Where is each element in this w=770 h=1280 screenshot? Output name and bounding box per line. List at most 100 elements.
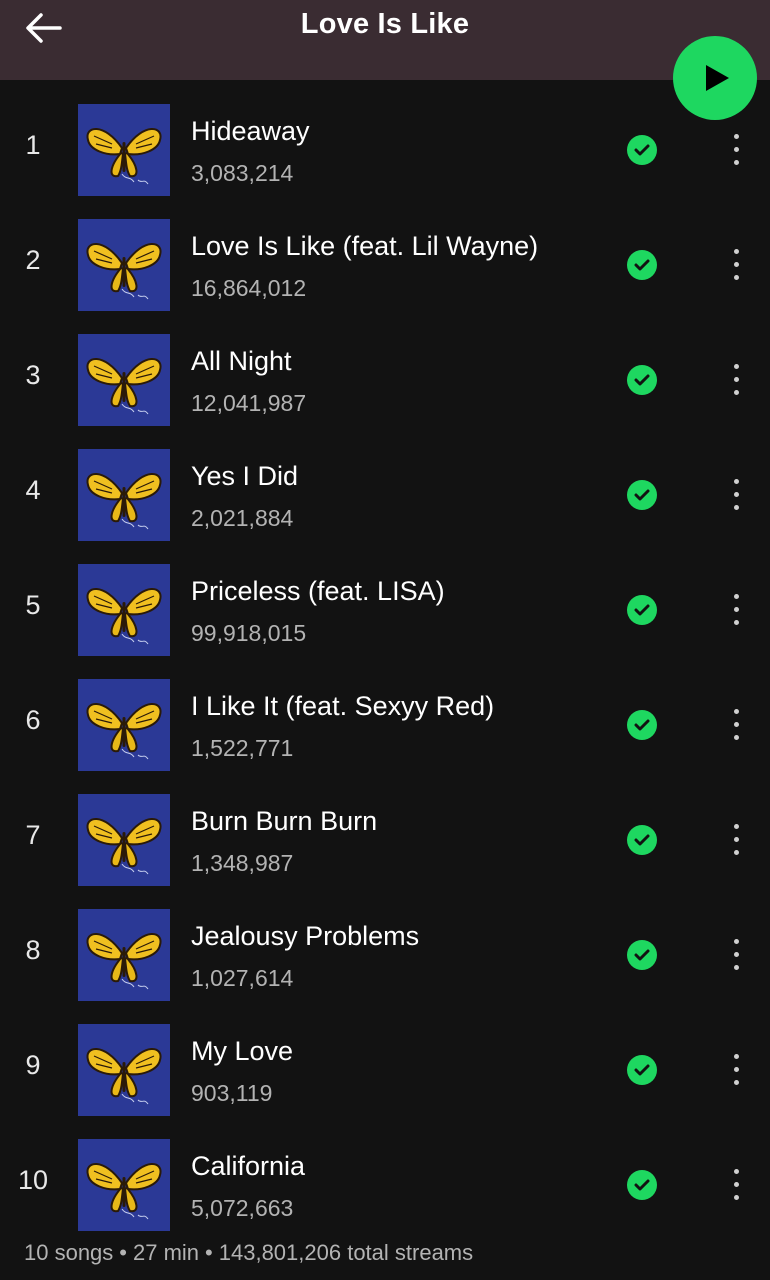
more-dot-icon (734, 1067, 739, 1072)
track-row[interactable]: 2 Love Is Like (feat. Lil Wayne) 16,864,… (0, 217, 770, 332)
more-dot-icon (734, 594, 739, 599)
butterfly-image (78, 679, 170, 771)
more-dot-icon (734, 735, 739, 740)
downloaded-check-button[interactable] (627, 365, 657, 395)
track-title: I Like It (feat. Sexyy Red) (191, 691, 495, 721)
track-title: Burn Burn Burn (191, 806, 378, 836)
track-row[interactable]: 10 California 5,072,663 (0, 1137, 770, 1252)
more-dot-icon (734, 262, 739, 267)
check-icon (634, 144, 650, 156)
check-icon (634, 604, 650, 616)
track-streams: 1,522,771 (191, 735, 294, 761)
track-title: All Night (191, 346, 292, 376)
track-row[interactable]: 9 My Love 903,119 (0, 1022, 770, 1137)
more-options-button[interactable] (724, 935, 748, 975)
more-dot-icon (734, 134, 739, 139)
downloaded-check-button[interactable] (627, 480, 657, 510)
butterfly-image (78, 794, 170, 886)
more-dot-icon (734, 160, 739, 165)
more-dot-icon (734, 837, 739, 842)
album-cover (78, 219, 170, 311)
track-title: Jealousy Problems (191, 921, 420, 951)
butterfly-image (78, 1024, 170, 1116)
check-icon (634, 1179, 650, 1191)
album-cover (78, 1139, 170, 1231)
album-cover (78, 564, 170, 656)
check-icon (634, 489, 650, 501)
track-title: Priceless (feat. LISA) (191, 576, 445, 606)
more-options-button[interactable] (724, 590, 748, 630)
track-row[interactable]: 4 Yes I Did 2,021,884 (0, 447, 770, 562)
more-dot-icon (734, 965, 739, 970)
more-options-button[interactable] (724, 360, 748, 400)
more-dot-icon (734, 1080, 739, 1085)
track-row[interactable]: 6 I Like It (feat. Sexyy Red) 1,522,771 (0, 677, 770, 792)
track-number: 6 (25, 705, 41, 735)
album-cover (78, 1024, 170, 1116)
downloaded-check-button[interactable] (627, 825, 657, 855)
check-icon (634, 949, 650, 961)
check-icon (634, 719, 650, 731)
more-dot-icon (734, 1054, 739, 1059)
track-number: 1 (25, 130, 41, 160)
butterfly-image (78, 334, 170, 426)
track-title: Yes I Did (191, 461, 299, 491)
more-dot-icon (734, 275, 739, 280)
more-dot-icon (734, 1195, 739, 1200)
downloaded-check-button[interactable] (627, 135, 657, 165)
track-streams: 903,119 (191, 1080, 273, 1106)
more-dot-icon (734, 620, 739, 625)
track-row[interactable]: 1 Hideaway 3,083,214 (0, 102, 770, 217)
more-dot-icon (734, 147, 739, 152)
track-row[interactable]: 5 Priceless (feat. LISA) 99,918,015 (0, 562, 770, 677)
more-dot-icon (734, 377, 739, 382)
more-dot-icon (734, 824, 739, 829)
album-cover (78, 104, 170, 196)
track-number: 7 (25, 820, 41, 850)
total-duration: 27 min (133, 1240, 200, 1265)
downloaded-check-button[interactable] (627, 1170, 657, 1200)
more-dot-icon (734, 479, 739, 484)
more-dot-icon (734, 722, 739, 727)
song-count: 10 songs (24, 1240, 114, 1265)
more-dot-icon (734, 364, 739, 369)
track-number: 4 (25, 475, 41, 505)
downloaded-check-button[interactable] (627, 250, 657, 280)
track-streams: 1,348,987 (191, 850, 294, 876)
track-title: Love Is Like (feat. Lil Wayne) (191, 231, 539, 261)
track-streams: 3,083,214 (191, 160, 294, 186)
butterfly-image (78, 564, 170, 656)
more-dot-icon (734, 1169, 739, 1174)
downloaded-check-button[interactable] (627, 710, 657, 740)
downloaded-check-button[interactable] (627, 940, 657, 970)
track-streams: 99,918,015 (191, 620, 307, 646)
more-options-button[interactable] (724, 245, 748, 285)
butterfly-image (78, 449, 170, 541)
more-dot-icon (734, 505, 739, 510)
downloaded-check-button[interactable] (627, 595, 657, 625)
butterfly-image (78, 909, 170, 1001)
top-bar: Love Is Like (0, 0, 770, 80)
more-options-button[interactable] (724, 1165, 748, 1205)
track-streams: 16,864,012 (191, 275, 307, 301)
track-row[interactable]: 8 Jealousy Problems 1,027,614 (0, 907, 770, 1022)
track-row[interactable]: 3 All Night 12,041,987 (0, 332, 770, 447)
more-options-button[interactable] (724, 475, 748, 515)
butterfly-image (78, 219, 170, 311)
more-options-button[interactable] (724, 820, 748, 860)
check-icon (634, 374, 650, 386)
track-streams: 12,041,987 (191, 390, 307, 416)
track-title: California (191, 1151, 306, 1181)
track-number: 8 (25, 935, 41, 965)
downloaded-check-button[interactable] (627, 1055, 657, 1085)
more-dot-icon (734, 607, 739, 612)
check-icon (634, 1064, 650, 1076)
check-icon (634, 834, 650, 846)
more-options-button[interactable] (724, 1050, 748, 1090)
total-streams: 143,801,206 total streams (218, 1240, 474, 1265)
more-dot-icon (734, 850, 739, 855)
more-options-button[interactable] (724, 705, 748, 745)
more-options-button[interactable] (724, 130, 748, 170)
more-dot-icon (734, 492, 739, 497)
track-row[interactable]: 7 Burn Burn Burn 1,348,987 (0, 792, 770, 907)
